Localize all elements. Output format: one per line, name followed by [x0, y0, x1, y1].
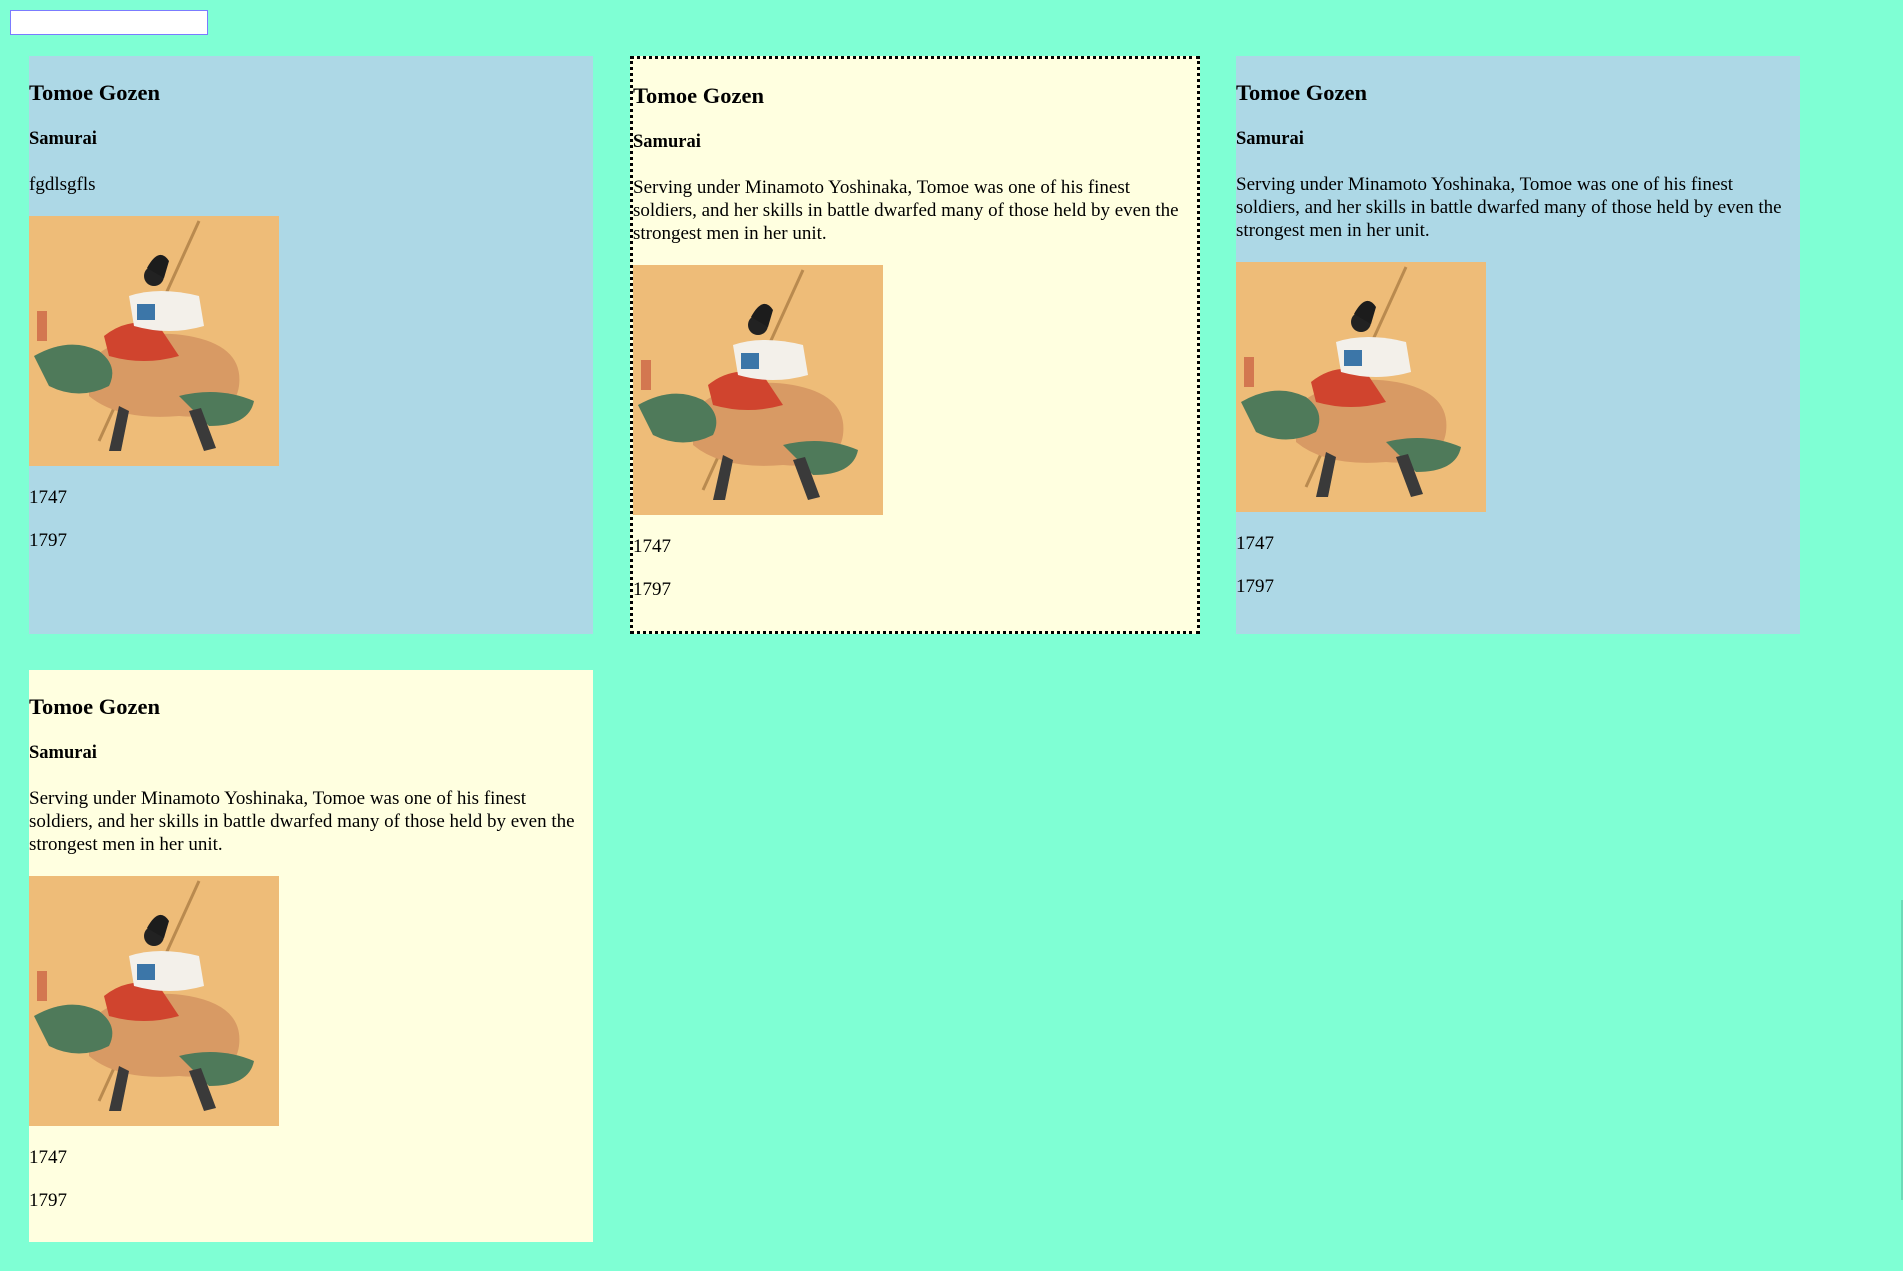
- card-description: Serving under Minamoto Yoshinaka, Tomoe …: [1236, 174, 1782, 241]
- card-description: Serving under Minamoto Yoshinaka, Tomoe …: [29, 788, 575, 855]
- card-year-end: 1797: [29, 1190, 67, 1211]
- card-year-start: 1747: [29, 487, 67, 508]
- card-description: Serving under Minamoto Yoshinaka, Tomoe …: [633, 177, 1179, 244]
- card-year-start: 1747: [29, 1147, 67, 1168]
- card-description: fgdlsgfls: [29, 174, 96, 195]
- samurai-portrait-image: [633, 265, 883, 515]
- card-year-start: 1747: [633, 536, 671, 557]
- card-year-end: 1797: [1236, 576, 1274, 597]
- card-title: Tomoe Gozen: [1236, 80, 1368, 105]
- card-subtitle: Samurai: [29, 129, 97, 149]
- card-subtitle: Samurai: [633, 132, 701, 152]
- card-title: Tomoe Gozen: [633, 83, 765, 108]
- card-year-end: 1797: [633, 579, 671, 600]
- search-input[interactable]: [10, 10, 208, 35]
- samurai-portrait-image: [29, 876, 279, 1126]
- card-subtitle: Samurai: [1236, 129, 1304, 149]
- person-card[interactable]: Tomoe Gozen Samurai Serving under Minamo…: [29, 670, 593, 1242]
- samurai-portrait-image: [1236, 262, 1486, 512]
- card-title: Tomoe Gozen: [29, 80, 161, 105]
- person-card[interactable]: Tomoe Gozen Samurai fgdlsgfls 1747 1797: [29, 56, 593, 634]
- card-year-start: 1747: [1236, 533, 1274, 554]
- person-card-selected[interactable]: Tomoe Gozen Samurai Serving under Minamo…: [630, 56, 1200, 634]
- samurai-portrait-image: [29, 216, 279, 466]
- card-year-end: 1797: [29, 530, 67, 551]
- card-subtitle: Samurai: [29, 743, 97, 763]
- person-card[interactable]: Tomoe Gozen Samurai Serving under Minamo…: [1236, 56, 1800, 634]
- card-title: Tomoe Gozen: [29, 694, 161, 719]
